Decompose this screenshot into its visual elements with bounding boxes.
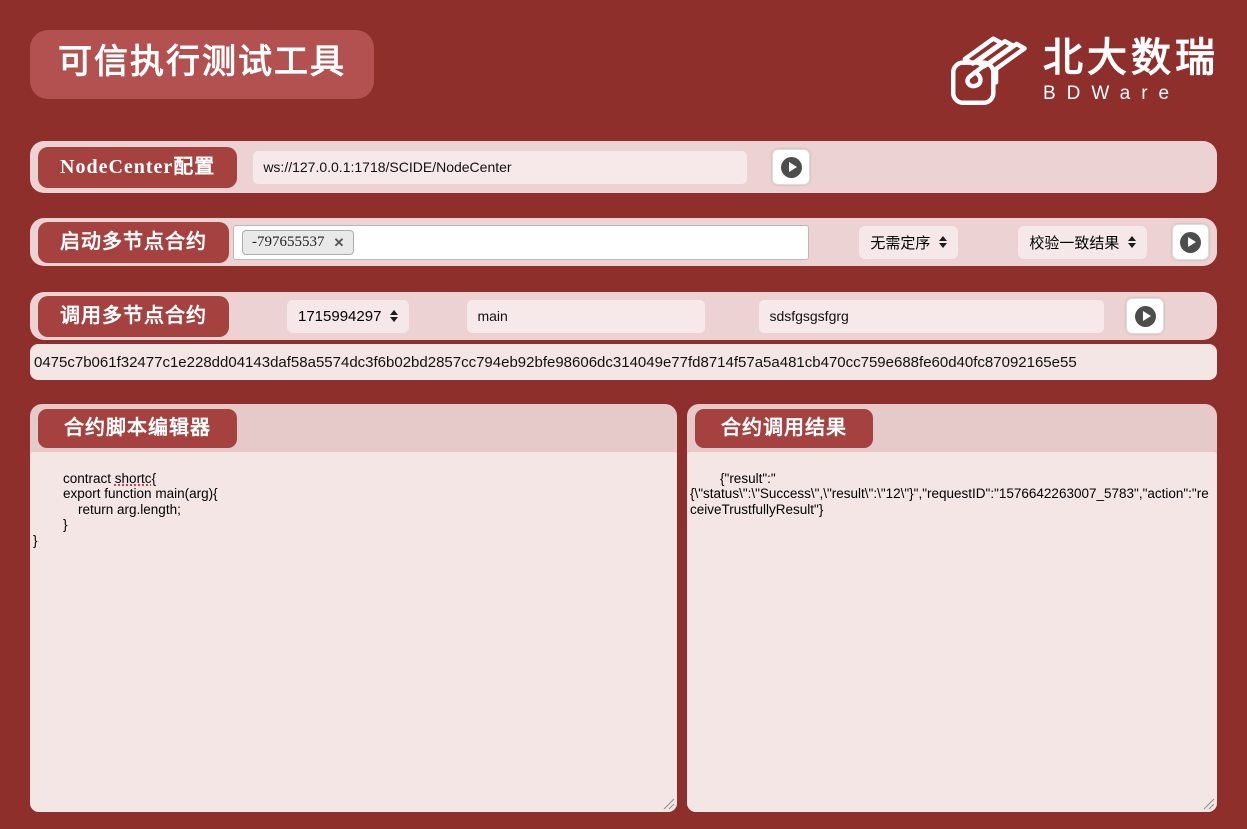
- select-arrows-icon: [1128, 236, 1136, 248]
- play-icon: [1180, 232, 1201, 253]
- logo-title-cn: 北大数瑞: [1043, 36, 1219, 80]
- start-contract-run-button[interactable]: [1172, 224, 1209, 260]
- page: 可信执行测试工具 北大数瑞 BDWare NodeCe: [0, 0, 1247, 829]
- start-contract-button[interactable]: 启动多节点合约: [38, 222, 229, 263]
- select-arrows-icon: [390, 310, 398, 322]
- logo-title-en: BDWare: [1043, 83, 1180, 106]
- contract-id-select-value: 1715994297: [298, 308, 381, 325]
- bdware-logo: 北大数瑞 BDWare: [947, 28, 1219, 113]
- start-contract-bar: 启动多节点合约 -797655537 ✕ 无需定序 校验一致结果: [30, 218, 1217, 266]
- nodecenter-run-button[interactable]: [772, 149, 810, 185]
- call-contract-bar: 调用多节点合约 1715994297: [30, 292, 1217, 340]
- select-arrows-icon: [939, 236, 947, 248]
- play-icon: [1135, 306, 1156, 327]
- nodecenter-config-bar: NodeCenter配置: [30, 141, 1217, 193]
- resize-handle-icon[interactable]: [663, 798, 675, 810]
- nodecenter-config-button[interactable]: NodeCenter配置: [38, 147, 237, 188]
- contract-id-tag-input[interactable]: -797655537 ✕: [233, 225, 809, 260]
- nodecenter-url-input[interactable]: [253, 151, 747, 184]
- code-segment: contract: [63, 471, 115, 486]
- call-result-output[interactable]: {"result":" {\"status\":\"Success\",\"re…: [687, 452, 1217, 812]
- page-title: 可信执行测试工具: [30, 30, 374, 99]
- contract-editor-header: 合约脚本编辑器: [30, 404, 677, 452]
- arguments-input[interactable]: [759, 300, 1104, 333]
- play-icon: [781, 157, 802, 178]
- contract-editor-title-button[interactable]: 合约脚本编辑器: [38, 409, 237, 448]
- code-misspelled-word: shortc: [115, 471, 152, 486]
- method-name-input[interactable]: [467, 300, 705, 333]
- call-contract-button[interactable]: 调用多节点合约: [38, 296, 229, 337]
- order-mode-select[interactable]: 无需定序: [859, 226, 958, 259]
- verify-mode-select[interactable]: 校验一致结果: [1018, 226, 1147, 259]
- call-result-header: 合约调用结果: [687, 404, 1217, 452]
- contract-id-tag-label: -797655537: [252, 234, 325, 251]
- contract-id-tag: -797655537 ✕: [242, 230, 354, 255]
- resize-handle-icon[interactable]: [1203, 798, 1215, 810]
- verify-mode-select-value: 校验一致结果: [1029, 232, 1119, 253]
- contract-code-editor[interactable]: contract shortc{ export function main(ar…: [30, 452, 677, 812]
- panels: 合约脚本编辑器 contract shortc{ export function…: [30, 404, 1217, 812]
- contract-hash-output: 0475c7b061f32477c1e228dd04143daf58a5574d…: [30, 344, 1217, 380]
- top-bar: 可信执行测试工具 北大数瑞 BDWare: [0, 0, 1247, 113]
- call-result-panel: 合约调用结果 {"result":" {\"status\":\"Success…: [687, 404, 1217, 812]
- bdware-logo-icon: [947, 28, 1029, 113]
- result-json-text: {"result":" {\"status\":\"Success\",\"re…: [690, 471, 1209, 517]
- logo-text: 北大数瑞 BDWare: [1043, 36, 1219, 106]
- contract-id-select[interactable]: 1715994297: [287, 300, 409, 333]
- tag-remove-icon[interactable]: ✕: [334, 236, 345, 249]
- order-mode-select-value: 无需定序: [870, 232, 930, 253]
- call-contract-run-button[interactable]: [1126, 298, 1164, 334]
- contract-editor-panel: 合约脚本编辑器 contract shortc{ export function…: [30, 404, 677, 812]
- call-result-title-button[interactable]: 合约调用结果: [695, 409, 873, 448]
